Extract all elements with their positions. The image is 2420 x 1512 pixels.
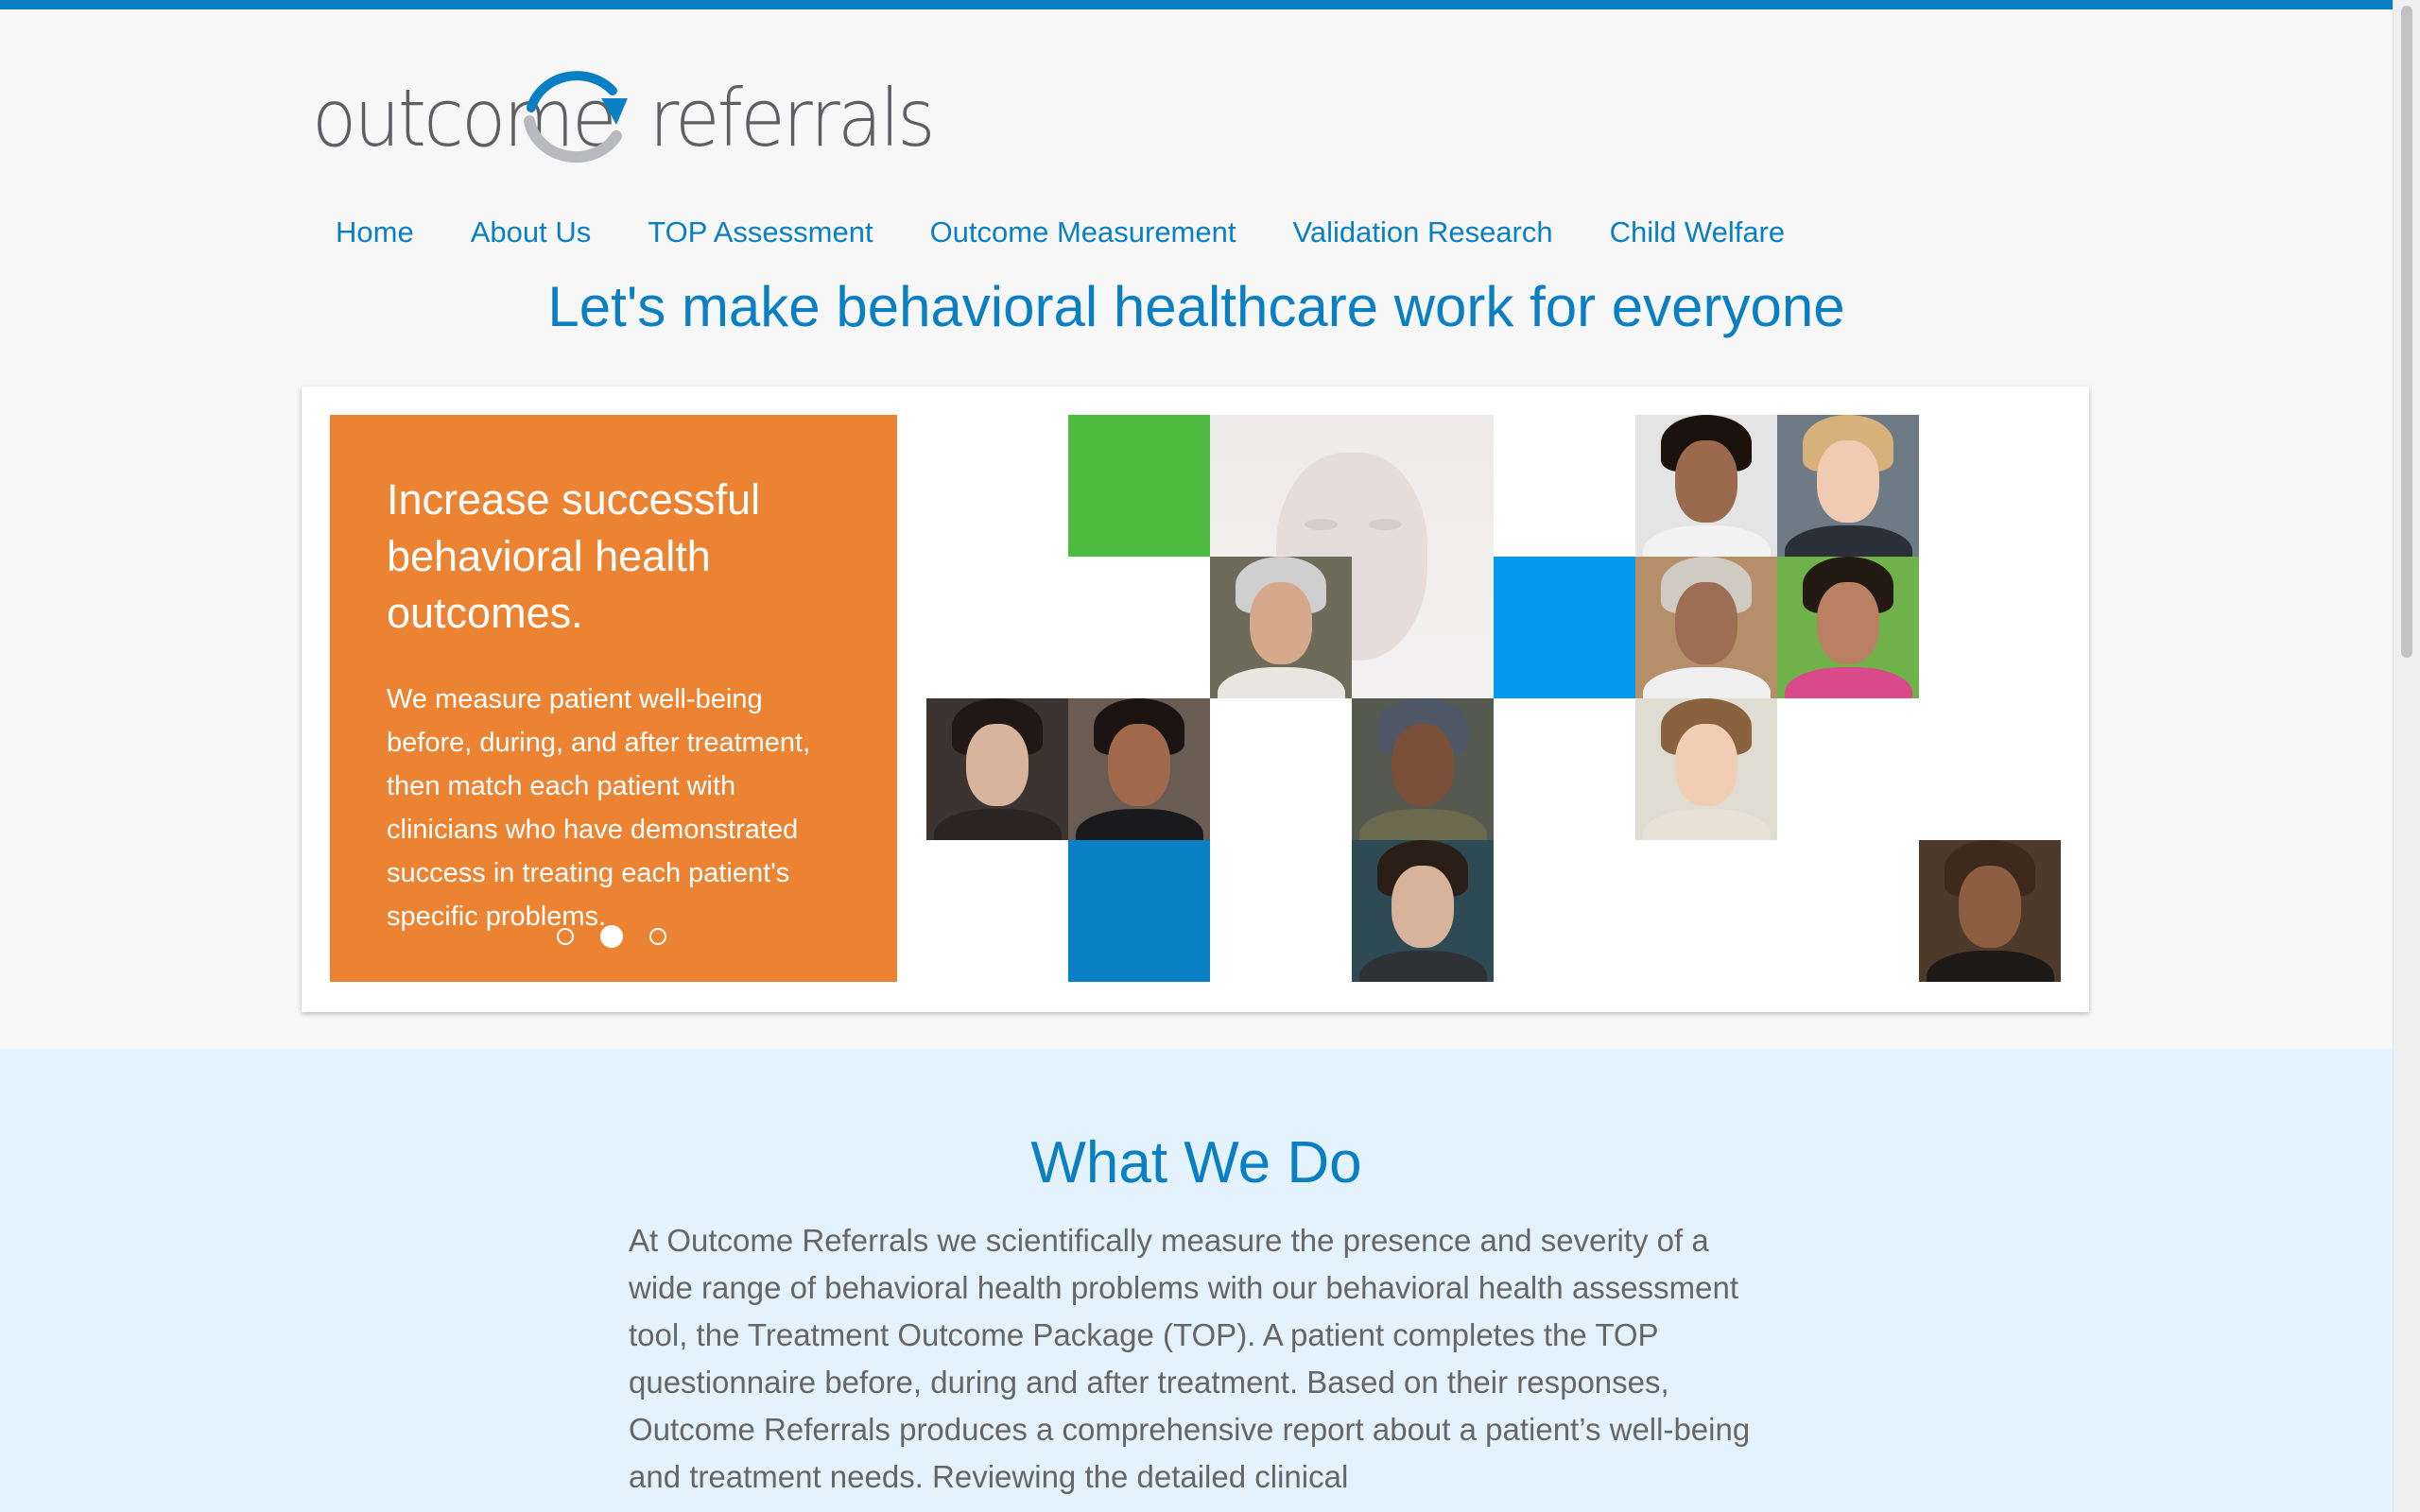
promo-heading: Increase successful behavioral health ou… (387, 475, 761, 637)
tile-dark-blue (1068, 840, 1210, 982)
site-logo[interactable]: outcome referrals (312, 62, 936, 166)
tile-green (1068, 415, 1210, 557)
nav-home[interactable]: Home (336, 215, 414, 249)
hero-carousel: Increase successful behavioral health ou… (302, 387, 2089, 1012)
page-scrollbar[interactable] (2393, 0, 2420, 1512)
portrait-photo (1635, 415, 1777, 557)
portrait-photo (1352, 698, 1494, 840)
tile-light-blue (1494, 557, 1635, 698)
portrait-photo (1777, 557, 1919, 698)
carousel-dot-2[interactable] (600, 925, 623, 948)
nav-top-assessment[interactable]: TOP Assessment (648, 215, 873, 249)
portrait-photo (1777, 415, 1919, 557)
portrait-photo (1210, 557, 1352, 698)
portrait-photo (1635, 698, 1777, 840)
main-nav: Home About Us TOP Assessment Outcome Mea… (336, 215, 1841, 249)
what-we-do-section: What We Do At Outcome Referrals we scien… (0, 1049, 2393, 1512)
promo-panel: Increase successful behavioral health ou… (330, 415, 897, 982)
carousel-dot-3[interactable] (649, 928, 666, 945)
promo-body: We measure patient well-being before, du… (387, 684, 811, 932)
page-tagline: Let's make behavioral healthcare work fo… (547, 275, 1845, 338)
nav-child-welfare[interactable]: Child Welfare (1610, 215, 1786, 249)
top-accent-bar (0, 0, 2393, 9)
nav-outcome-measurement[interactable]: Outcome Measurement (930, 215, 1236, 249)
portrait-photo (1352, 840, 1494, 982)
logo-swirl-icon (524, 71, 628, 163)
portrait-photo (1919, 840, 2061, 982)
scrollbar-thumb[interactable] (2401, 6, 2412, 658)
nav-validation-research[interactable]: Validation Research (1292, 215, 1552, 249)
section-body: At Outcome Referrals we scientifically m… (629, 1223, 1751, 1494)
portrait-photo (1068, 698, 1210, 840)
section-title: What We Do (1030, 1130, 1362, 1195)
portrait-photo (926, 698, 1068, 840)
portrait-photo (1635, 557, 1777, 698)
carousel-dots (557, 925, 666, 948)
carousel-dot-1[interactable] (557, 928, 574, 945)
nav-about-us[interactable]: About Us (471, 215, 592, 249)
